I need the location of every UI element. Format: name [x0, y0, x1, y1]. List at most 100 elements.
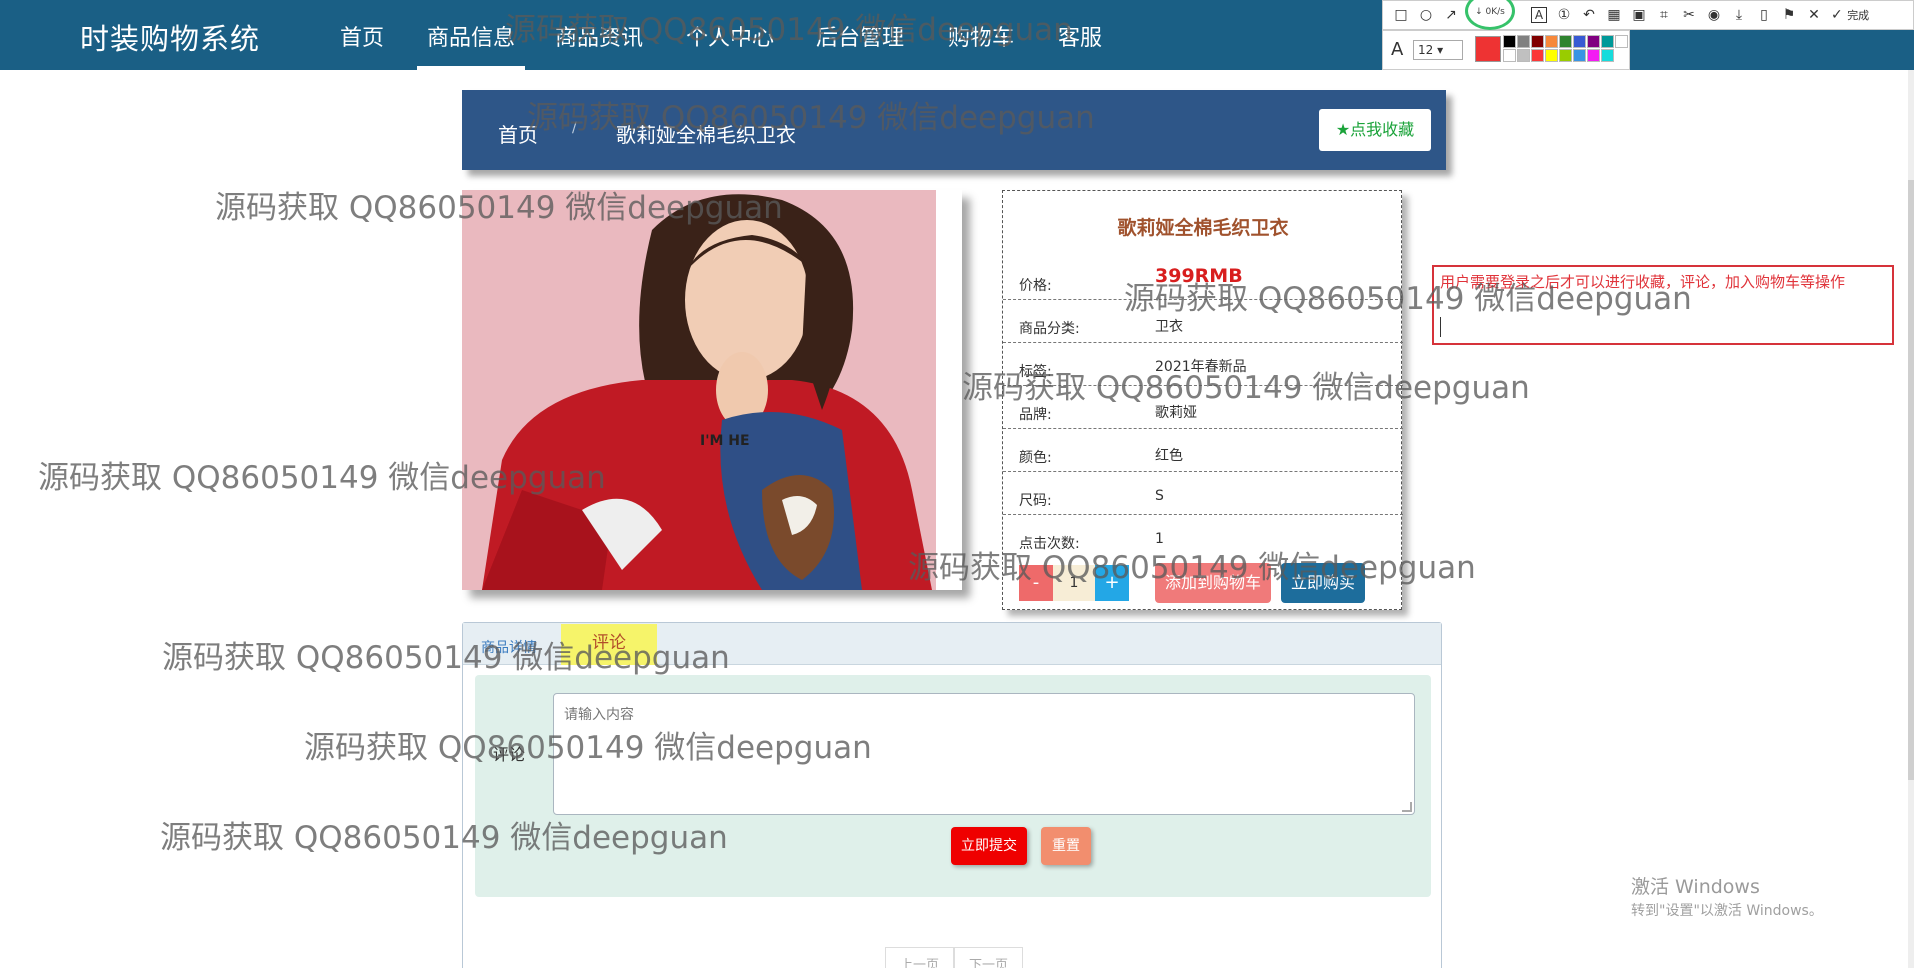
scrollbar-thumb[interactable]: [1908, 180, 1914, 780]
detail-row-category: 商品分类: 卫衣: [1003, 300, 1403, 343]
detail-value-category: 卫衣: [1155, 319, 1183, 335]
number-tool-icon[interactable]: ①: [1556, 7, 1572, 23]
product-details-card: 歌莉娅全棉毛织卫衣 价格: 399RMB 商品分类: 卫衣 标签: 2021年春…: [1002, 190, 1403, 610]
color-swatch[interactable]: [1615, 35, 1628, 48]
current-color-swatch[interactable]: [1475, 36, 1501, 62]
comment-textarea[interactable]: 请输入内容: [553, 693, 1415, 815]
font-size-value: 12: [1418, 43, 1434, 57]
quantity-increment-button[interactable]: +: [1095, 565, 1129, 601]
rectangle-tool-icon[interactable]: □: [1393, 7, 1409, 23]
color-swatch[interactable]: [1601, 49, 1614, 62]
text-tool-icon[interactable]: A: [1531, 7, 1547, 23]
resize-handle-icon[interactable]: [1402, 802, 1412, 812]
breadcrumb-current: 歌莉娅全棉毛织卫衣: [616, 123, 796, 147]
save-icon[interactable]: ▯: [1756, 7, 1772, 23]
done-button[interactable]: ✓ 完成: [1831, 7, 1869, 23]
pagination: 上一页 下一页: [885, 947, 1024, 968]
color-swatch[interactable]: [1517, 35, 1530, 48]
detail-label: 价格:: [1019, 278, 1052, 294]
arrow-tool-icon[interactable]: ↗: [1443, 7, 1459, 23]
record-icon[interactable]: ◉: [1706, 7, 1722, 23]
brand-title: 时装购物系统: [80, 22, 261, 56]
color-swatch[interactable]: [1573, 35, 1586, 48]
undo-icon[interactable]: ↶: [1581, 7, 1597, 23]
color-swatch[interactable]: [1545, 49, 1558, 62]
nav-item-profile[interactable]: 个人中心: [686, 20, 774, 52]
reset-button[interactable]: 重置: [1041, 827, 1091, 865]
detail-row-price: 价格: 399RMB: [1003, 257, 1403, 300]
nav-item-admin[interactable]: 后台管理: [816, 20, 904, 52]
detail-label: 商品分类:: [1019, 321, 1080, 337]
color-swatch[interactable]: [1601, 35, 1614, 48]
buy-now-button[interactable]: 立即购买: [1281, 563, 1365, 603]
done-label: 完成: [1847, 9, 1870, 22]
color-swatch[interactable]: [1559, 49, 1572, 62]
quantity-input[interactable]: 1: [1053, 565, 1095, 601]
product-image: I'M HE: [462, 190, 962, 590]
annotation-text-box[interactable]: 用户需要登录之后才可以进行收藏，评论，加入购物车等操作: [1432, 265, 1894, 345]
add-to-cart-button[interactable]: 添加到购物车: [1155, 563, 1271, 603]
detail-value-price: 399RMB: [1155, 265, 1243, 287]
font-icon: A: [1391, 39, 1404, 60]
download-icon[interactable]: ⤓: [1731, 7, 1747, 23]
detail-value-color: 红色: [1155, 448, 1183, 464]
color-palette: [1503, 35, 1628, 62]
favorite-button-label: 点我收藏: [1350, 120, 1415, 139]
comment-placeholder: 请输入内容: [564, 707, 634, 723]
svg-text:I'M HE: I'M HE: [700, 433, 750, 449]
color-swatch[interactable]: [1531, 49, 1544, 62]
windows-activation-title: 激活 Windows: [1631, 876, 1760, 898]
annotation-note-text: 用户需要登录之后才可以进行收藏，评论，加入购物车等操作: [1440, 273, 1846, 291]
nav-item-news[interactable]: 商品资讯: [555, 20, 643, 52]
nav-item-cart[interactable]: 购物车: [948, 20, 1014, 52]
text-caret: [1440, 317, 1441, 337]
nav-item-home[interactable]: 首页: [340, 20, 384, 52]
ellipse-tool-icon[interactable]: ○: [1418, 7, 1434, 23]
detail-row-tag: 标签: 2021年春新品: [1003, 343, 1403, 386]
color-swatch[interactable]: [1517, 49, 1530, 62]
breadcrumb-separator: /: [572, 120, 577, 136]
detail-row-brand: 品牌: 歌莉娅: [1003, 386, 1403, 429]
annotation-style-bar: A 12 ▾: [1382, 30, 1630, 70]
bookmark-icon[interactable]: ⚑: [1781, 7, 1797, 23]
submit-comment-button[interactable]: 立即提交: [951, 827, 1027, 865]
product-title: 歌莉娅全棉毛织卫衣: [1117, 217, 1289, 239]
detail-label: 标签:: [1019, 364, 1052, 380]
next-page-button[interactable]: 下一页: [954, 947, 1024, 968]
color-swatch[interactable]: [1545, 35, 1558, 48]
detail-label: 品牌:: [1019, 407, 1052, 423]
detail-value-clicks: 1: [1155, 531, 1164, 547]
color-swatch[interactable]: [1503, 35, 1516, 48]
tab-bar: 商品详情 评论: [463, 623, 1441, 665]
color-swatch[interactable]: [1531, 35, 1544, 48]
quantity-decrement-button[interactable]: -: [1019, 565, 1053, 601]
detail-label: 点击次数:: [1019, 536, 1080, 552]
nav-item-products[interactable]: 商品信息: [427, 20, 515, 52]
color-swatch[interactable]: [1503, 49, 1516, 62]
nav-item-service[interactable]: 客服: [1058, 20, 1102, 52]
close-icon[interactable]: ✕: [1806, 7, 1822, 23]
crop-tool-icon[interactable]: ⌗: [1656, 7, 1672, 23]
breadcrumb-home-link[interactable]: 首页: [498, 119, 538, 148]
product-photo-illustration: I'M HE: [462, 190, 962, 590]
color-swatch[interactable]: [1587, 49, 1600, 62]
color-swatch[interactable]: [1573, 49, 1586, 62]
detail-row-color: 颜色: 红色: [1003, 429, 1403, 472]
ocr-tool-icon[interactable]: ▣: [1631, 7, 1647, 23]
tab-comments[interactable]: 评论: [561, 624, 657, 665]
page: 时装购物系统 首页 商品信息 商品资讯 个人中心 后台管理 购物车 客服 □ ○…: [0, 0, 1914, 968]
color-swatch[interactable]: [1587, 35, 1600, 48]
detail-value-brand: 歌莉娅: [1155, 405, 1197, 421]
annotation-toolbar: □ ○ ↗ A ① ↶ ▦ ▣ ⌗ ✂ ◉ ⤓ ▯ ⚑ ✕ ✓ 完成: [1382, 0, 1914, 30]
net-speed-value: 0K/s: [1485, 7, 1505, 17]
color-swatch[interactable]: [1559, 35, 1572, 48]
mosaic-tool-icon[interactable]: ▦: [1606, 7, 1622, 23]
tab-product-details[interactable]: 商品详情: [481, 637, 537, 657]
pin-tool-icon[interactable]: ✂: [1681, 7, 1697, 23]
font-size-select[interactable]: 12 ▾: [1413, 40, 1463, 60]
breadcrumb: 首页 / 歌莉娅全棉毛织卫衣 ★点我收藏: [462, 90, 1446, 170]
favorite-button[interactable]: ★点我收藏: [1319, 109, 1431, 151]
detail-label: 颜色:: [1019, 450, 1052, 466]
prev-page-button[interactable]: 上一页: [885, 947, 955, 968]
nav-active-indicator: [417, 66, 525, 70]
